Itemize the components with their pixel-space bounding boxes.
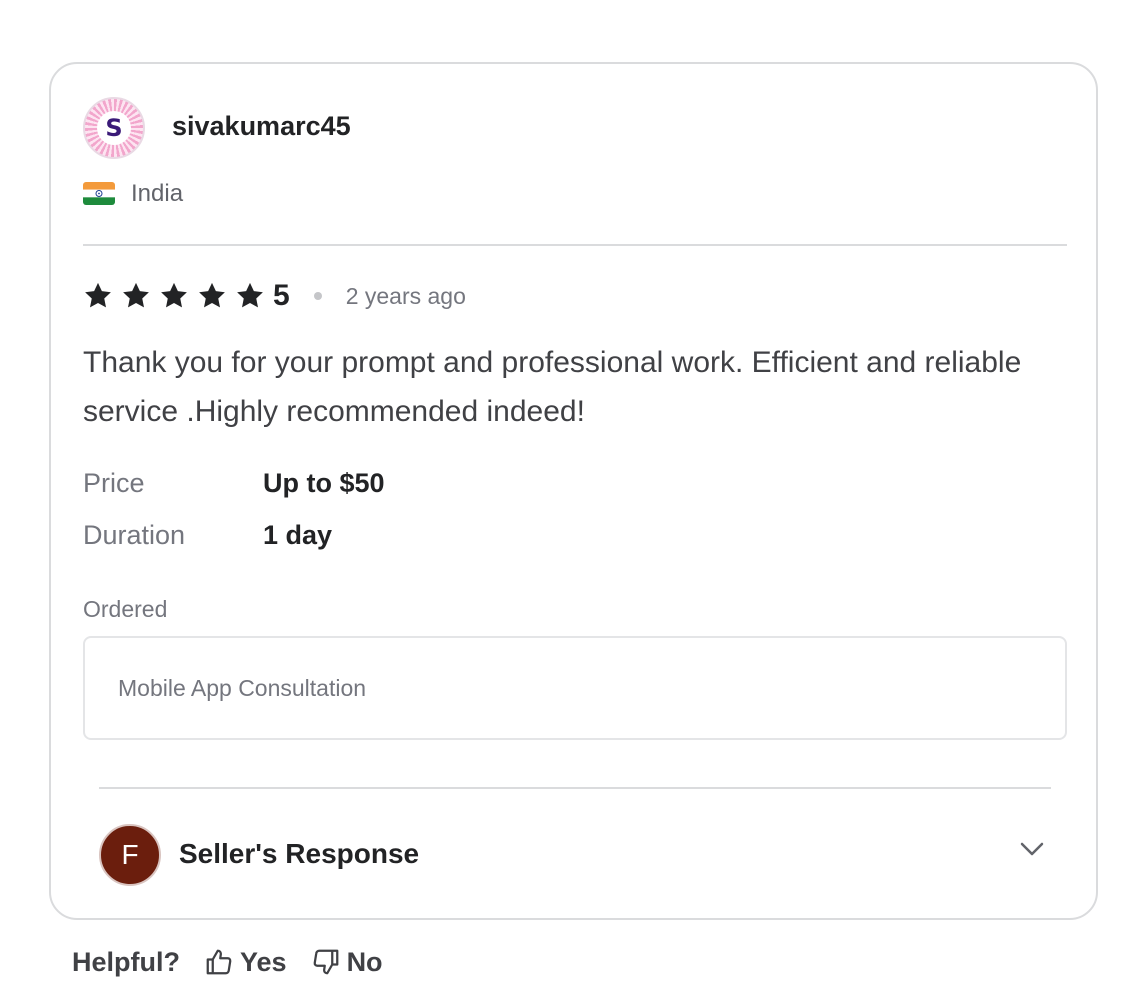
helpful-yes-button[interactable]: Yes (204, 947, 287, 978)
thumbs-down-icon (313, 949, 338, 975)
star-icon (237, 282, 263, 308)
helpful-row: Helpful? Yes No (72, 942, 407, 982)
reviewer-country: India (131, 180, 184, 207)
ordered-label: Ordered (83, 596, 168, 622)
chevron-down-icon[interactable] (1017, 834, 1047, 864)
ordered-item-box[interactable]: Mobile App Consultation (83, 636, 1067, 740)
reviewer-avatar[interactable]: S (83, 97, 145, 159)
response-divider (99, 787, 1051, 789)
thumbs-up-icon (206, 949, 232, 975)
helpful-label: Helpful? (72, 946, 180, 977)
india-flag-icon (83, 182, 115, 205)
duration-label: Duration (83, 520, 186, 550)
reviewer-username[interactable]: sivakumarc45 (172, 111, 351, 142)
ordered-item-name: Mobile App Consultation (118, 675, 367, 701)
seller-avatar: F (99, 824, 161, 886)
helpful-no-label: No (346, 946, 383, 977)
header-divider (83, 244, 1067, 246)
helpful-yes-label: Yes (240, 946, 287, 977)
rating-row: 5 2 years ago (83, 278, 466, 314)
price-label: Price (83, 468, 145, 498)
star-icon (199, 282, 225, 308)
review-time-ago: 2 years ago (345, 282, 466, 309)
review-text: Thank you for your prompt and profession… (83, 346, 1022, 428)
reviewer-avatar-letter: S (97, 111, 131, 145)
helpful-no-button[interactable]: No (311, 947, 383, 978)
rating-value: 5 (273, 279, 290, 312)
star-icon (85, 282, 111, 308)
review-card: S sivakumarc45 India 5 2 years ago Thank… (49, 62, 1098, 920)
separator-dot (313, 292, 322, 300)
seller-response-toggle[interactable]: Seller's Response (179, 838, 419, 870)
duration-value: 1 day (263, 520, 333, 550)
star-icon (123, 282, 149, 308)
price-value: Up to $50 (263, 468, 385, 498)
star-icon (161, 282, 187, 308)
